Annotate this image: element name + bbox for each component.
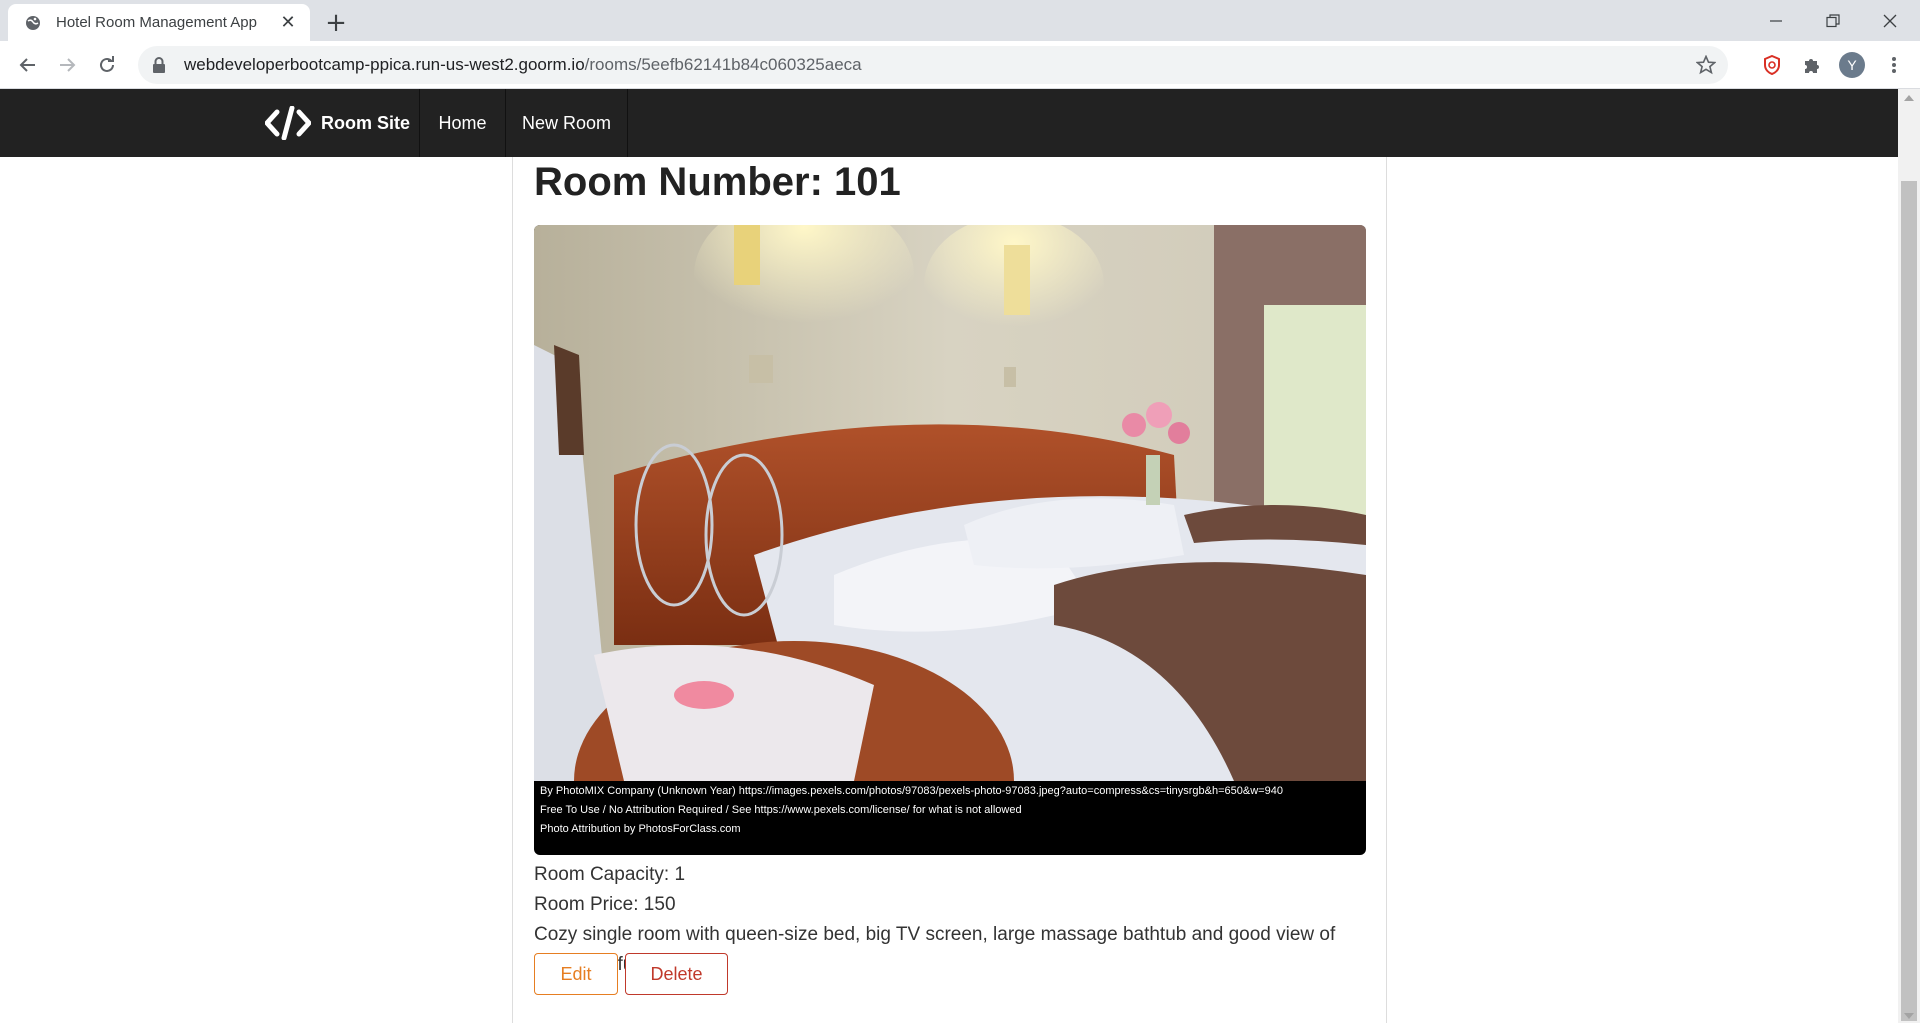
address-bar[interactable]: webdeveloperbootcamp-ppica.run-us-west2.… [138,46,1728,84]
room-capacity: Room Capacity: 1 [534,864,686,885]
close-tab-icon[interactable]: ✕ [278,12,298,33]
page-title: Room Number: 101 [534,160,901,204]
nav-link-home[interactable]: Home [419,89,505,157]
browser-menu-icon[interactable] [1882,53,1906,77]
room-price: Room Price: 150 [534,894,676,915]
nav-link-new-room[interactable]: New Room [505,89,628,157]
browser-tab[interactable]: Hotel Room Management App ✕ [8,4,310,41]
extensions-puzzle-icon[interactable] [1800,53,1824,77]
extension-shield-icon[interactable] [1760,53,1784,77]
site-navbar: Room Site Home New Room [0,89,1898,157]
globe-icon [24,14,42,32]
brand-name: Room Site [321,112,411,133]
scroll-up-icon[interactable] [1904,95,1914,101]
room-detail-container: Room Number: 101 By PhotoMIX Company (Un… [512,157,1387,1023]
code-logo-icon [264,105,312,141]
lock-icon [152,57,166,73]
tab-title: Hotel Room Management App [56,14,257,31]
page-viewport: Room Site Home New Room Room Number: 101 [0,89,1898,1023]
bookmark-star-icon[interactable] [1695,54,1717,75]
url-text: webdeveloperbootcamp-ppica.run-us-west2.… [184,55,862,75]
minimize-button[interactable] [1748,0,1804,41]
back-button[interactable] [12,49,44,81]
browser-toolbar: webdeveloperbootcamp-ppica.run-us-west2.… [0,41,1920,89]
url-host: webdeveloperbootcamp-ppica.run-us-west2.… [184,55,585,74]
new-tab-button[interactable]: + [322,8,350,38]
forward-button[interactable] [51,49,83,81]
brand-link[interactable]: Room Site [264,89,411,157]
photo-credits: By PhotoMIX Company (Unknown Year) https… [540,785,1360,842]
scrollbar-thumb[interactable] [1901,181,1917,1021]
url-path: /rooms/5eefb62141b84c060325aeca [584,55,862,74]
room-photo: By PhotoMIX Company (Unknown Year) https… [534,225,1366,855]
restore-button[interactable] [1805,0,1861,41]
browser-tab-strip: Hotel Room Management App ✕ + [0,0,1920,41]
photo-credit-source: By PhotoMIX Company (Unknown Year) https… [540,785,1283,797]
edit-button[interactable]: Edit [534,953,618,995]
page-scrollbar[interactable] [1898,89,1920,1023]
close-window-button[interactable] [1862,0,1918,41]
profile-avatar[interactable]: Y [1839,52,1865,78]
reload-button[interactable] [91,49,123,81]
room-image [534,225,1366,781]
photo-credit-attribution: Photo Attribution by PhotosForClass.com [540,823,741,835]
scroll-down-icon[interactable] [1904,1013,1914,1019]
delete-button[interactable]: Delete [625,953,728,995]
photo-credit-license: Free To Use / No Attribution Required / … [540,804,1022,816]
